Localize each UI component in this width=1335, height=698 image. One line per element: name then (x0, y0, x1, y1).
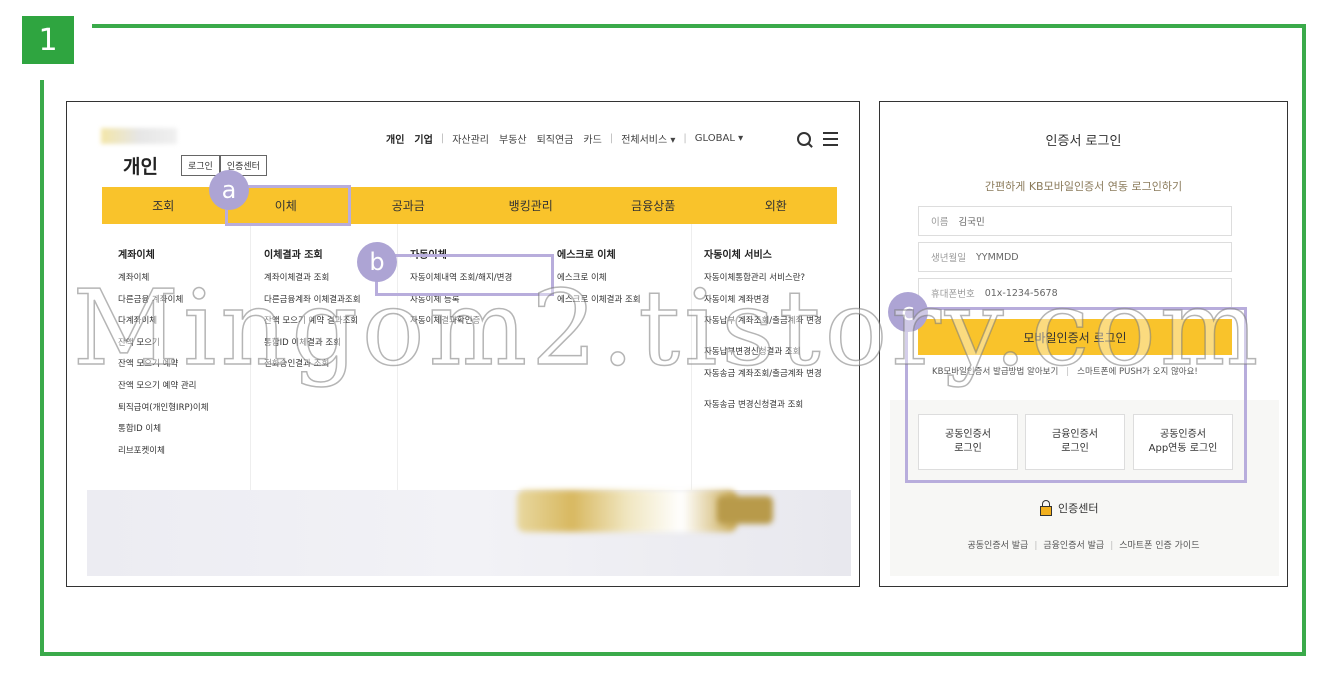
bank-menu-screenshot: 개인 로그인 인증센터 개인 기업 | 자산관리 부동산 퇴직연금 카드 | 전… (66, 101, 860, 587)
search-icon[interactable] (797, 132, 811, 146)
menu-heading: 자동이체 서비스 (704, 250, 772, 261)
menu-item[interactable]: 자동송금 변경신청결과 조회 (704, 398, 822, 420)
lock-icon (1040, 499, 1052, 516)
topnav-separator: | (440, 133, 445, 144)
menu-item[interactable]: 자동이체결과확인증 (410, 314, 512, 336)
menu-item[interactable]: 퇴직급여(개인형IRP)이체 (118, 401, 209, 423)
cert-login-subtitle: 간편하게 KB모바일인증서 연동 로그인하기 (984, 180, 1183, 193)
topnav-business[interactable]: 기업 (414, 131, 432, 146)
menu-item[interactable]: 자동송금 계좌조회/출금계좌 변경 (704, 367, 822, 398)
topnav-realestate[interactable]: 부동산 (499, 131, 527, 146)
menu-item[interactable]: 잔액 모으기 (118, 336, 209, 358)
menu-item[interactable]: 통합ID 이체 (118, 422, 209, 444)
menu-item[interactable]: 다계좌이체 (118, 314, 209, 336)
menu-col-transfer-results: 이체결과 조회 계좌이체결과 조회 다른금융계좌 이체결과조회 잔액 모으기 예… (264, 246, 361, 379)
joint-cert-issue-link[interactable]: 공동인증서 발급 (968, 541, 1029, 551)
hamburger-menu-icon[interactable] (823, 132, 838, 146)
mainnav-forex[interactable]: 외환 (715, 187, 838, 224)
menu-item[interactable]: 잔액 모으기 예약 (118, 357, 209, 379)
cert-login-screenshot: 인증서 로그인 간편하게 KB모바일인증서 연동 로그인하기 이름 김국민 생년… (879, 101, 1288, 587)
topnav-global[interactable]: GLOBAL ▾ (695, 133, 743, 144)
badge-a: a (209, 170, 249, 210)
promo-banner (87, 490, 851, 576)
menu-item[interactable]: 자동납부 계좌조회/출금계좌 변경 (704, 314, 822, 345)
menu-item[interactable]: 잔액 모으기 예약 관리 (118, 379, 209, 401)
menu-item[interactable]: 계좌이체 (118, 271, 209, 293)
menu-item[interactable]: 에스크로 이체 (557, 271, 641, 293)
financial-cert-issue-link[interactable]: 금융인증서 발급 (1043, 541, 1104, 551)
menu-col-account-transfer: 계좌이체 계좌이체 다른금융 계좌이체 다계좌이체 잔액 모으기 잔액 모으기 … (118, 246, 209, 465)
menu-item[interactable]: 잔액 모으기 예약 결과조회 (264, 314, 361, 336)
menu-col-auto-transfer-service: 자동이체 서비스 자동이체통합관리 서비스란? 자동이체 계좌변경 자동납부 계… (704, 246, 822, 419)
banner-image (517, 490, 737, 532)
step-number: 1 (22, 16, 74, 64)
menu-col-escrow: 에스크로 이체 에스크로 이체 에스크로 이체결과 조회 (557, 246, 641, 314)
mainnav-products[interactable]: 금융상품 (592, 187, 715, 224)
topnav-pension[interactable]: 퇴직연금 (537, 131, 574, 146)
topnav-separator: | (683, 133, 687, 144)
topnav-card[interactable]: 카드 (583, 131, 601, 146)
highlight-c (905, 307, 1247, 483)
menu-item[interactable]: 자동이체 계좌변경 (704, 293, 822, 315)
cert-login-title: 인증서 로그인 (1045, 134, 1122, 149)
menu-item[interactable]: 통합ID 이체결과 조회 (264, 336, 361, 358)
page-title: 개인 (123, 156, 158, 178)
menu-item[interactable]: 에스크로 이체결과 조회 (557, 293, 641, 315)
phone-field[interactable]: 휴대폰번호 01x-1234-5678 (918, 278, 1232, 308)
menu-heading: 이체결과 조회 (264, 250, 323, 261)
mainnav-inquiry[interactable]: 조회 (102, 187, 225, 224)
badge-b: b (357, 242, 397, 282)
menu-item[interactable]: 리브포켓이체 (118, 444, 209, 466)
bank-logo (101, 128, 177, 144)
smartphone-guide-link[interactable]: 스마트폰 인증 가이드 (1119, 541, 1199, 551)
menu-item[interactable]: 전화승인결과 조회 (264, 357, 361, 379)
bottom-links: 공동인증서 발급 | 금융인증서 발급 | 스마트폰 인증 가이드 (967, 541, 1200, 551)
menu-item[interactable]: 계좌이체결과 조회 (264, 271, 361, 293)
mainnav-utility[interactable]: 공과금 (347, 187, 470, 224)
menu-heading: 계좌이체 (118, 250, 155, 261)
highlight-b (375, 254, 554, 296)
mainnav-banking[interactable]: 뱅킹관리 (470, 187, 593, 224)
menu-item[interactable]: 다른금융 계좌이체 (118, 293, 209, 315)
topnav-separator: | (609, 133, 614, 144)
topnav-all-services[interactable]: 전체서비스 ▾ (621, 131, 675, 146)
login-button[interactable]: 로그인 (181, 155, 220, 176)
menu-item[interactable]: 다른금융계좌 이체결과조회 (264, 293, 361, 315)
menu-item[interactable]: 자동이체통합관리 서비스란? (704, 271, 822, 293)
name-field[interactable]: 이름 김국민 (918, 206, 1232, 236)
badge-c: c (888, 292, 928, 332)
menu-heading: 에스크로 이체 (557, 250, 616, 261)
menu-item[interactable]: 자동납부변경신청결과 조회 (704, 345, 822, 367)
banner-image (717, 496, 773, 524)
birthdate-field[interactable]: 생년월일 YYMMDD (918, 242, 1232, 272)
topnav-asset[interactable]: 자산관리 (452, 131, 489, 146)
topnav-personal[interactable]: 개인 (386, 131, 404, 146)
cert-center-link[interactable]: 인증센터 (1040, 499, 1098, 516)
top-nav: 개인 기업 | 자산관리 부동산 퇴직연금 카드 | 전체서비스 ▾ | GLO… (381, 131, 748, 146)
